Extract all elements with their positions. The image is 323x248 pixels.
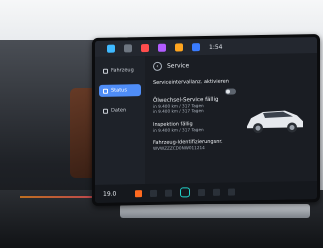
phone-icon[interactable]	[158, 43, 166, 52]
vin-row: Fahrzeug-Identifizierungsnr. WVWZZZCD0NW…	[153, 139, 223, 151]
apps-icon[interactable]	[107, 44, 115, 53]
phone-icon[interactable]	[213, 188, 220, 196]
car-illustration	[247, 110, 303, 134]
sidebar-item-label: Fahrzeug	[111, 67, 134, 74]
defrost-icon[interactable]	[198, 188, 205, 196]
info-icon	[103, 88, 108, 94]
car-settings-icon[interactable]	[175, 43, 183, 52]
navigation-icon[interactable]	[192, 43, 200, 52]
page-title: Service	[167, 62, 190, 70]
row-subtitle: WVWZZZCD0NW011214	[153, 145, 205, 151]
sidebar-item-label: Daten	[111, 107, 127, 114]
climate-bar: 19.0	[95, 181, 317, 203]
page-header: ‹ Service	[153, 61, 189, 71]
dashboard-trim	[120, 204, 310, 218]
inspection-row[interactable]: Inspektion fällig in 9.400 km / 317 Tage…	[153, 121, 204, 133]
oil-service-row[interactable]: Ölwechsel-Service fällig in 9.400 km / 3…	[153, 97, 218, 114]
seat-heating-icon[interactable]	[135, 189, 142, 197]
seat-icon[interactable]	[165, 189, 172, 197]
back-button[interactable]: ‹	[153, 61, 162, 71]
service-panel: ‹ Service Serviceintervallanz. aktiviere…	[147, 53, 317, 184]
row-subtitle: in 9.400 km / 317 Tagen	[153, 127, 204, 133]
sidebar-item-fahrzeug[interactable]: Fahrzeug	[99, 64, 141, 77]
row-subtitle: in 9.400 km / 317 Tagen	[153, 108, 204, 114]
fan-icon[interactable]	[150, 189, 157, 197]
car-icon	[103, 68, 108, 74]
climate-icon[interactable]	[228, 187, 235, 196]
sidebar: Fahrzeug Status Daten	[95, 56, 145, 185]
infotainment-screen: 1:54 Fahrzeug Status Daten ‹ Service Ser…	[92, 34, 320, 206]
sidebar-item-status[interactable]: Status	[99, 84, 141, 97]
service-interval-row[interactable]: Serviceintervallanz. aktivieren	[153, 79, 229, 86]
clock: 1:54	[209, 43, 223, 51]
sidebar-item-daten[interactable]: Daten	[99, 104, 141, 117]
temperature-display[interactable]: 19.0	[103, 190, 127, 197]
row-title: Serviceintervallanz. aktivieren	[153, 78, 229, 86]
chart-icon	[103, 108, 108, 114]
home-button[interactable]	[180, 187, 190, 198]
menu-icon[interactable]	[124, 44, 132, 53]
sidebar-item-label: Status	[111, 87, 127, 94]
service-interval-toggle[interactable]	[225, 88, 236, 95]
media-icon[interactable]	[141, 43, 149, 53]
